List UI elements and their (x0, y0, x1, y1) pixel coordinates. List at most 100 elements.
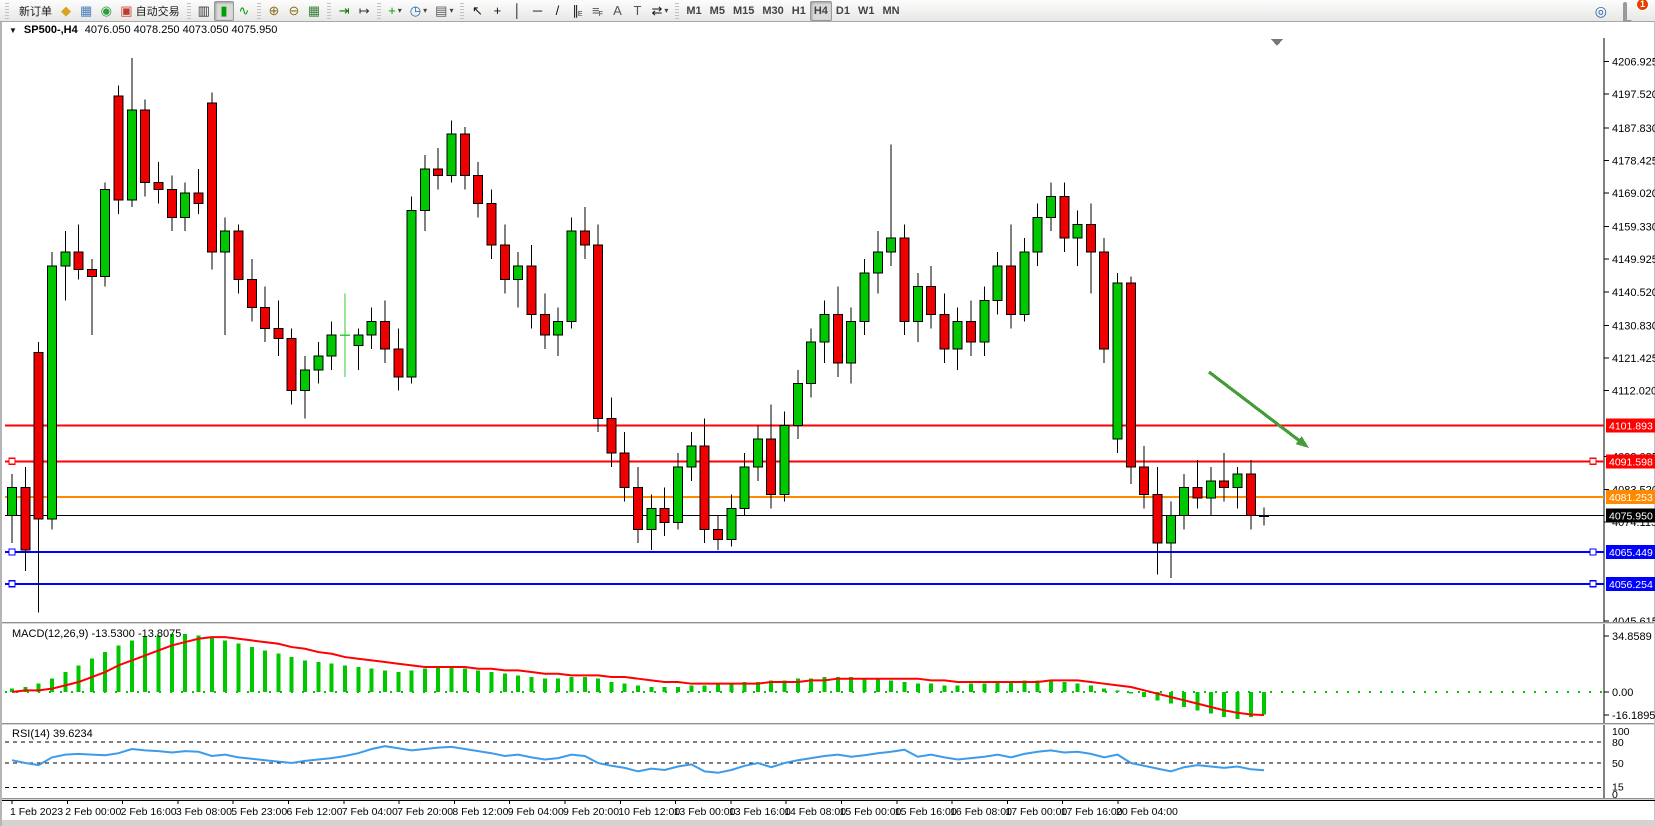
cursor-icon: ↖ (472, 4, 483, 17)
chart-window-button[interactable]: ◆ (56, 1, 76, 21)
templates-dropdown-icon[interactable]: ▾ (449, 6, 453, 15)
candle (873, 252, 882, 273)
candle (247, 280, 256, 308)
hline-handle[interactable] (9, 549, 15, 555)
macd-panel[interactable]: MACD(12,26,9) -13.5300 -13.807534.85890.… (2, 624, 1655, 723)
hline-handle[interactable] (1590, 549, 1596, 555)
indicators-dropdown-icon[interactable]: ▾ (398, 6, 402, 15)
text-label-button[interactable]: T (627, 1, 647, 21)
trend-arrow[interactable] (1209, 372, 1303, 443)
rsi-panel[interactable]: RSI(14) 39.62341008050150 (2, 725, 1655, 798)
toolbar-grip (187, 3, 191, 19)
crosshair-icon: + (494, 4, 502, 17)
time-axis-label: 16 Feb 08:00 (950, 806, 1012, 818)
auto-scroll-button[interactable]: ⇥ (334, 1, 354, 21)
bar-chart-button[interactable]: ▥ (194, 1, 214, 21)
equidistant-channel-button[interactable]: ∥E (567, 1, 587, 21)
notifications-button[interactable]: 1 (1623, 4, 1641, 18)
chart-title-bar: ▼ SP500-,H4 4076.050 4078.250 4073.050 4… (9, 23, 277, 37)
market-watch-button[interactable]: ▦ (76, 1, 96, 21)
candle (940, 314, 949, 349)
panel-splitter[interactable] (2, 798, 1654, 800)
arrows-list-icon: ⇄ (651, 4, 662, 17)
auto-scroll-icon: ⇥ (339, 4, 350, 17)
periods-button[interactable]: ◷▾ (406, 1, 431, 21)
candle (727, 509, 736, 540)
candlestick-chart-button[interactable]: ▮ (214, 1, 234, 21)
candle (993, 266, 1002, 301)
arrows-list-dropdown-icon[interactable]: ▾ (664, 6, 668, 15)
panel-splitter[interactable] (2, 622, 1654, 624)
horizontal-line-button[interactable]: ─ (527, 1, 547, 21)
one-click-trading-toggle[interactable]: ▼ (9, 26, 17, 35)
rsi-line (12, 746, 1264, 773)
hline-handle[interactable] (1590, 458, 1596, 464)
candle (447, 134, 456, 176)
candle (580, 231, 589, 245)
line-chart-button[interactable]: ∿ (234, 1, 254, 21)
auto-trading-button[interactable]: ▣自动交易 (116, 1, 183, 21)
candle (647, 509, 656, 530)
hline-handle[interactable] (9, 581, 15, 587)
time-axis-label: 13 Feb 00:00 (674, 806, 736, 818)
candle (167, 190, 176, 218)
price-panel[interactable]: 4206.9254197.5204187.8304178.4254169.020… (2, 38, 1655, 622)
chart-window-icon: ◆ (61, 4, 71, 17)
cursor-button[interactable]: ↖ (467, 1, 487, 21)
periods-dropdown-icon[interactable]: ▾ (423, 6, 427, 15)
candle (8, 488, 17, 516)
tf-h4-button[interactable]: H4 (810, 1, 832, 21)
time-axis[interactable]: 1 Feb 20232 Feb 00:002 Feb 16:003 Feb 08… (2, 800, 1655, 826)
hline-handle[interactable] (1590, 581, 1596, 587)
candle (114, 96, 123, 200)
candle (354, 335, 363, 345)
chart-shift-button[interactable]: ↦ (354, 1, 374, 21)
candle (634, 488, 643, 530)
candle (900, 238, 909, 321)
candle (554, 321, 563, 335)
tf-m5-button[interactable]: M5 (706, 1, 729, 21)
vertical-line-button[interactable]: │ (507, 1, 527, 21)
tf-w1-button[interactable]: W1 (854, 1, 879, 21)
tile-windows-button[interactable]: ▦ (304, 1, 324, 21)
hline-handle[interactable] (9, 458, 15, 464)
price-axis-tick-label: 4187.830 (1612, 123, 1655, 135)
time-axis-label: 9 Feb 20:00 (563, 806, 619, 818)
arrows-list-button[interactable]: ⇄▾ (647, 1, 672, 21)
candle (620, 453, 629, 488)
candle (1033, 217, 1042, 252)
tf-m1-button[interactable]: M1 (682, 1, 705, 21)
zoom-out-button[interactable]: ⊖ (284, 1, 304, 21)
price-line-label: 4091.598 (1609, 456, 1653, 468)
time-axis-label: 8 Feb 12:00 (452, 806, 508, 818)
fibonacci-button[interactable]: ≡F (587, 1, 607, 21)
templates-button[interactable]: ▤▾ (431, 1, 457, 21)
text-button[interactable]: A (607, 1, 627, 21)
fibonacci-sub-label: F (599, 11, 603, 18)
tf-m15-button[interactable]: M15 (729, 1, 758, 21)
time-axis-label: 10 Feb 12:00 (618, 806, 680, 818)
candle (1233, 474, 1242, 488)
search-button[interactable]: ◎ (1591, 1, 1611, 21)
candle (514, 266, 523, 280)
candle (1260, 515, 1269, 516)
crosshair-button[interactable]: + (487, 1, 507, 21)
tf-d1-button[interactable]: D1 (832, 1, 854, 21)
candle (500, 245, 509, 280)
tf-h1-button[interactable]: H1 (788, 1, 810, 21)
trendline-button[interactable]: / (547, 1, 567, 21)
price-axis-tick-label: 4206.925 (1612, 57, 1655, 69)
candle (567, 231, 576, 321)
auto-trading-label: 自动交易 (136, 3, 180, 19)
tf-mn-button[interactable]: MN (878, 1, 903, 21)
signals-button[interactable]: ◉ (96, 1, 116, 21)
chart-shift-marker[interactable] (1271, 39, 1283, 46)
candle (807, 342, 816, 384)
tile-windows-icon: ▦ (308, 4, 320, 17)
new-order-button[interactable]: 新订单 (12, 1, 56, 21)
tf-m30-button[interactable]: M30 (758, 1, 787, 21)
indicators-button[interactable]: +▾ (384, 1, 406, 21)
panel-splitter[interactable] (2, 723, 1654, 725)
candle (234, 231, 243, 280)
zoom-in-button[interactable]: ⊕ (264, 1, 284, 21)
